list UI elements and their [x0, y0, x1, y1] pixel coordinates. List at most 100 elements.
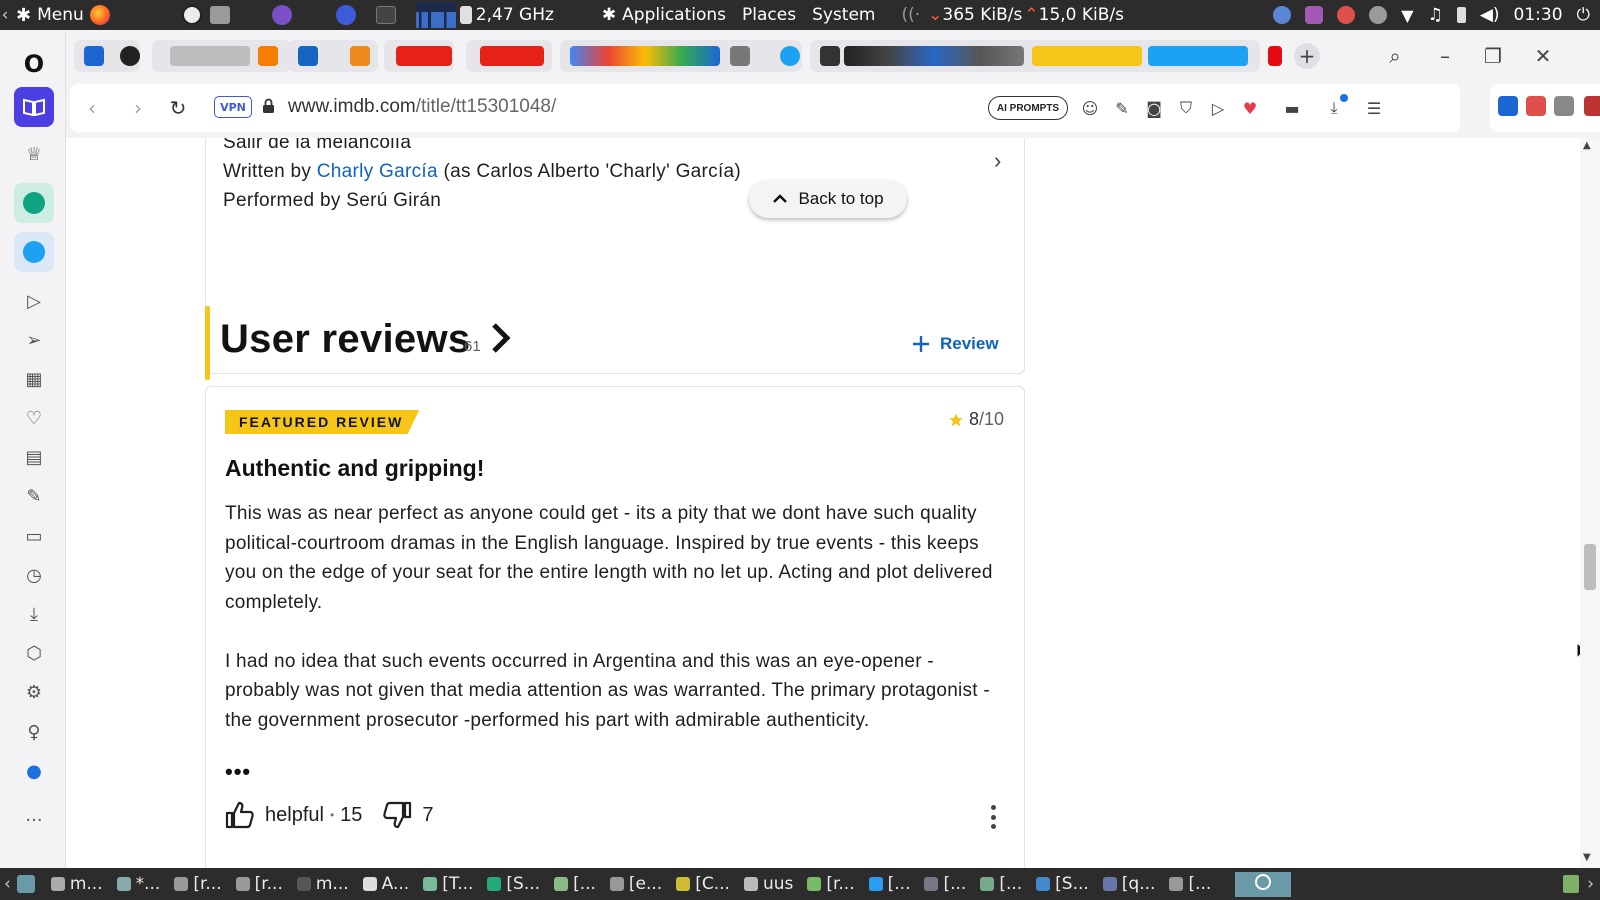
- taskbar-item[interactable]: [r...: [235, 874, 283, 894]
- scroll-up-arrow-icon[interactable]: ▲: [1583, 140, 1591, 151]
- taskbar-item[interactable]: [r...: [174, 874, 222, 894]
- scroll-down-arrow-icon[interactable]: ▼: [1583, 852, 1591, 863]
- camera-icon[interactable]: ◙: [1142, 96, 1166, 120]
- trash-icon[interactable]: [1563, 875, 1580, 893]
- taskbar-item[interactable]: A...: [362, 874, 409, 894]
- taskbar-right-arrow-icon[interactable]: ›: [1587, 874, 1594, 894]
- blocker-tray-icon[interactable]: [1337, 6, 1356, 24]
- taskbar-item[interactable]: [...: [980, 874, 1022, 894]
- bulb-icon[interactable]: ♀: [14, 712, 54, 752]
- opera-launcher-icon[interactable]: [335, 5, 356, 25]
- privacy-tray-icon[interactable]: [1369, 6, 1388, 24]
- taskbar-item[interactable]: [S...: [487, 874, 540, 894]
- taskbar-item[interactable]: [S...: [1036, 874, 1089, 894]
- more-dots-icon[interactable]: ···: [14, 800, 54, 840]
- shield-icon[interactable]: ⛉: [1174, 96, 1198, 120]
- taskbar-item[interactable]: [...: [554, 874, 596, 894]
- workspace-icon[interactable]: [14, 87, 54, 127]
- taskbar-item[interactable]: uus: [743, 874, 793, 894]
- tab-netflix-icon[interactable]: [1268, 46, 1282, 66]
- opera-logo-icon[interactable]: O: [14, 44, 54, 84]
- close-icon[interactable]: ✕: [1530, 43, 1556, 69]
- reload-icon[interactable]: ↻: [164, 94, 192, 122]
- heart-icon[interactable]: ♡: [14, 398, 54, 438]
- media-tray-icon[interactable]: [1305, 6, 1324, 24]
- vpn-badge[interactable]: VPN: [214, 96, 252, 118]
- taskbar-item[interactable]: *...: [116, 874, 160, 894]
- scrollbar-thumb[interactable]: [1584, 544, 1596, 590]
- taskbar-item[interactable]: [C...: [676, 874, 730, 894]
- settings-launcher-icon[interactable]: [209, 6, 230, 24]
- updown-extension-icon[interactable]: [1526, 96, 1546, 116]
- battery-saver-icon[interactable]: ▬: [1280, 96, 1304, 120]
- tab-github-icon[interactable]: [120, 46, 140, 66]
- taskbar-item[interactable]: [r...: [807, 874, 855, 894]
- taskbar-item[interactable]: [q...: [1102, 874, 1155, 894]
- heart-fill-icon[interactable]: ♥: [1238, 96, 1262, 120]
- tab-site-icon[interactable]: [298, 46, 318, 66]
- inkscape-icon[interactable]: [181, 5, 202, 25]
- tab-amazon-icon[interactable]: [820, 46, 840, 66]
- restore-icon[interactable]: ❐: [1480, 43, 1506, 69]
- add-review-button[interactable]: Review: [912, 334, 999, 354]
- easy-setup-icon[interactable]: ☰: [1362, 96, 1386, 120]
- chat-bubble-icon[interactable]: ●: [14, 751, 54, 791]
- writer-link[interactable]: Charly García: [317, 161, 438, 182]
- cube-icon[interactable]: ⬡: [14, 633, 54, 673]
- red-extension-icon[interactable]: [1584, 96, 1600, 116]
- taskbar-left-arrow-icon[interactable]: ‹: [4, 874, 11, 894]
- downloads-icon[interactable]: ⤓: [14, 594, 54, 634]
- tab-search-icon[interactable]: ⌕: [1382, 43, 1408, 69]
- page-scrollbar[interactable]: [1580, 138, 1600, 868]
- pen-icon[interactable]: ✎: [1110, 96, 1134, 120]
- review-more-options-icon[interactable]: [990, 805, 996, 829]
- os-menu-button[interactable]: ✱ Menu: [16, 5, 110, 26]
- review-title[interactable]: Authentic and gripping!: [225, 455, 484, 482]
- edit-icon[interactable]: ✎: [14, 476, 54, 516]
- news-icon[interactable]: ▤: [14, 437, 54, 477]
- taskbar-item[interactable]: [...: [868, 874, 910, 894]
- puzzle-extension-icon[interactable]: [1554, 96, 1574, 116]
- power-icon[interactable]: ⏻: [1577, 5, 1590, 25]
- tabs-icon[interactable]: ▭: [14, 516, 54, 556]
- thumbs-up-icon[interactable]: [225, 801, 255, 829]
- taskbar-item[interactable]: m...: [296, 874, 349, 894]
- history-clock-icon[interactable]: ◷: [14, 555, 54, 595]
- volume-icon[interactable]: ◀): [1480, 5, 1500, 25]
- expand-review-ellipsis[interactable]: •••: [225, 759, 251, 785]
- applications-menu[interactable]: Applications: [622, 5, 726, 25]
- settings-gear-icon[interactable]: ⚙: [14, 672, 54, 712]
- taskbar-item[interactable]: m...: [50, 874, 103, 894]
- minimize-icon[interactable]: –: [1432, 43, 1458, 69]
- panel-left-arrow-icon[interactable]: ‹: [0, 5, 10, 25]
- apps-grid-icon[interactable]: ▦: [14, 359, 54, 399]
- firefox-icon[interactable]: [89, 5, 110, 25]
- emoji-icon[interactable]: ☺: [1078, 96, 1102, 120]
- tor-browser-icon[interactable]: [271, 5, 292, 25]
- system-menu[interactable]: System: [812, 5, 875, 25]
- new-tab-plus-icon[interactable]: +: [1294, 43, 1320, 69]
- taskbar-item[interactable]: [...: [1169, 874, 1211, 894]
- forward-arrow-icon[interactable]: ›: [124, 94, 152, 122]
- places-menu[interactable]: Places: [742, 5, 796, 25]
- taskbar-item[interactable]: [T...: [423, 874, 473, 894]
- chevron-right-icon[interactable]: ›: [994, 148, 1001, 174]
- twitter-sidebar-icon[interactable]: [14, 232, 54, 272]
- player-icon[interactable]: ▷: [14, 281, 54, 321]
- share-send-icon[interactable]: ▷: [1206, 96, 1230, 120]
- tab-metamask-icon[interactable]: [350, 46, 370, 66]
- send-icon[interactable]: ➢: [14, 320, 54, 360]
- back-to-top-button[interactable]: Back to top: [749, 180, 907, 218]
- chatgpt-icon[interactable]: [14, 183, 54, 223]
- user-reviews-title[interactable]: User reviews: [220, 317, 470, 362]
- tab-google-icon[interactable]: [570, 46, 720, 66]
- section-chevron-right-icon[interactable]: [490, 322, 512, 354]
- tab-twitter-icon[interactable]: [780, 46, 800, 66]
- tab-youtube-group-icon[interactable]: [480, 46, 544, 66]
- url-field[interactable]: www.imdb.com/title/tt15301048/: [288, 96, 556, 118]
- tab-twitter-row-icons[interactable]: [1148, 46, 1248, 66]
- tab-nist-icon[interactable]: [170, 46, 250, 66]
- tab-blogger-icon[interactable]: [258, 46, 278, 66]
- qbittorrent-tray-icon[interactable]: [1273, 6, 1292, 24]
- os-clock[interactable]: 01:30: [1514, 5, 1563, 25]
